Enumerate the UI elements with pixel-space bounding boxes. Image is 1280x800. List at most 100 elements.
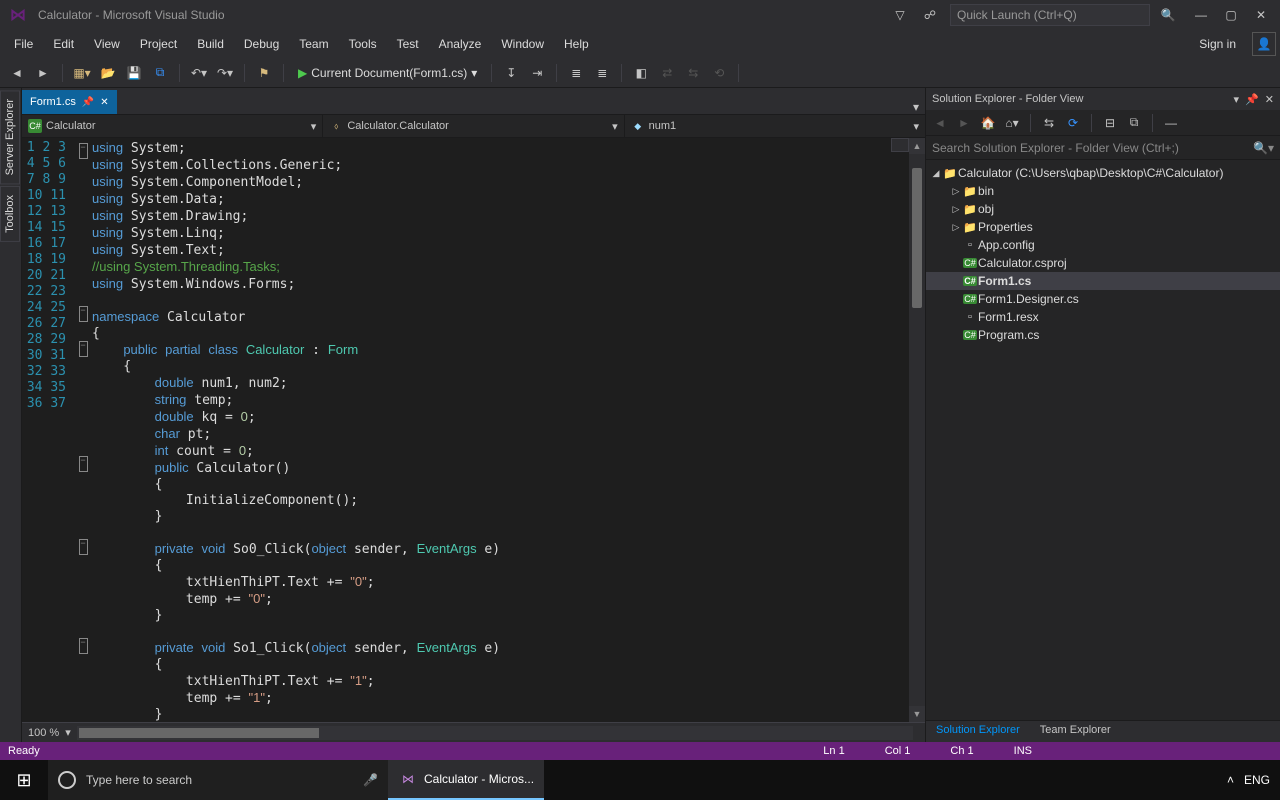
language-indicator[interactable]: ENG (1244, 773, 1270, 787)
tree-item[interactable]: ▷📁obj (926, 200, 1280, 218)
tree-root[interactable]: ◢📁Calculator (C:\Users\qbap\Desktop\C#\C… (926, 164, 1280, 182)
se-collapse-button[interactable]: ⊟ (1100, 113, 1120, 133)
start-debug-button[interactable]: ▶ Current Document(Form1.cs) ▾ (292, 66, 483, 80)
attach-button[interactable]: ⚑ (253, 62, 275, 84)
vs-logo-icon: ⋈ (4, 1, 32, 29)
menu-build[interactable]: Build (187, 33, 234, 55)
panel-dropdown-icon[interactable]: ▾ (1234, 93, 1240, 106)
menu-window[interactable]: Window (491, 33, 554, 55)
close-tab-icon[interactable]: ✕ (100, 97, 108, 108)
split-handle[interactable] (891, 138, 909, 152)
redo-button[interactable]: ↷▾ (214, 62, 236, 84)
notifications-icon[interactable]: ▽ (890, 5, 910, 25)
vertical-scrollbar[interactable]: ▲ ▼ (909, 138, 925, 722)
se-refresh-button[interactable]: ⟳ (1063, 113, 1083, 133)
search-icon[interactable]: 🔍 (1160, 8, 1176, 22)
windows-search-input[interactable]: Type here to search 🎤 (48, 760, 388, 800)
tree-item[interactable]: ▷📁Properties (926, 218, 1280, 236)
se-switch-view-button[interactable]: ⌂▾ (1002, 113, 1022, 133)
panel-close-icon[interactable]: ✕ (1265, 93, 1274, 106)
se-back-button[interactable]: ◄ (930, 113, 950, 133)
zoom-dropdown-icon[interactable]: ▾ (65, 726, 71, 739)
vs-taskbar-icon: ⋈ (398, 769, 418, 789)
zoom-level[interactable]: 100 % (28, 727, 59, 739)
solution-explorer-search[interactable]: Search Solution Explorer - Folder View (… (926, 136, 1280, 160)
bookmark-button[interactable]: ◧ (630, 62, 652, 84)
document-tab-form1[interactable]: Form1.cs 📌 ✕ (22, 90, 117, 114)
se-sync-button[interactable]: ⇆ (1039, 113, 1059, 133)
save-all-button[interactable]: ⧉ (149, 62, 171, 84)
se-forward-button[interactable]: ► (954, 113, 974, 133)
nav-back-button[interactable]: ◄ (6, 62, 28, 84)
panel-pin-icon[interactable]: 📌 (1245, 93, 1259, 106)
toggle-3-button[interactable]: ⟲ (708, 62, 730, 84)
code-editor[interactable]: 1 2 3 4 5 6 7 8 9 10 11 12 13 14 15 16 1… (22, 138, 925, 722)
minimize-button[interactable]: — (1186, 3, 1216, 27)
nav-scope-dropdown[interactable]: C# Calculator▾ (22, 115, 323, 137)
tree-item[interactable]: ▷📁bin (926, 182, 1280, 200)
maximize-button[interactable]: ▢ (1216, 3, 1246, 27)
open-file-button[interactable]: 📂 (97, 62, 119, 84)
tab-solution-explorer[interactable]: Solution Explorer (926, 721, 1030, 742)
fold-column[interactable]: −−−−−−− (76, 138, 90, 722)
system-tray[interactable]: ˄ ENG (1217, 773, 1280, 787)
menu-analyze[interactable]: Analyze (429, 33, 492, 55)
menu-test[interactable]: Test (387, 33, 429, 55)
se-properties-button[interactable]: — (1161, 113, 1181, 133)
tree-item[interactable]: C#Form1.cs (926, 272, 1280, 290)
nav-class-dropdown[interactable]: ⬨ Calculator.Calculator▾ (323, 115, 624, 137)
se-home-button[interactable]: 🏠 (978, 113, 998, 133)
menu-tools[interactable]: Tools (339, 33, 387, 55)
taskbar-app-visual-studio[interactable]: ⋈ Calculator - Micros... (388, 760, 544, 800)
server-explorer-tab[interactable]: Server Explorer (0, 90, 20, 184)
sign-in-link[interactable]: Sign in (1189, 33, 1246, 55)
scroll-up-icon[interactable]: ▲ (909, 138, 925, 154)
mic-icon[interactable]: 🎤 (363, 773, 378, 787)
horizontal-scrollbar[interactable] (77, 726, 913, 740)
tray-chevron-icon[interactable]: ˄ (1227, 773, 1234, 787)
windows-taskbar: ⊞ Type here to search 🎤 ⋈ Calculator - M… (0, 760, 1280, 800)
menu-debug[interactable]: Debug (234, 33, 289, 55)
menu-file[interactable]: File (4, 33, 43, 55)
se-show-all-button[interactable]: ⧉ (1124, 113, 1144, 133)
scroll-thumb[interactable] (912, 168, 922, 308)
toolbox-tab[interactable]: Toolbox (0, 186, 20, 242)
menu-project[interactable]: Project (130, 33, 187, 55)
menu-team[interactable]: Team (289, 33, 338, 55)
new-project-button[interactable]: ▦▾ (71, 62, 93, 84)
uncomment-button[interactable]: ≣ (591, 62, 613, 84)
tree-item[interactable]: C#Form1.Designer.cs (926, 290, 1280, 308)
step-over-button[interactable]: ⇥ (526, 62, 548, 84)
active-files-dropdown[interactable]: ▾ (907, 100, 925, 114)
menu-help[interactable]: Help (554, 33, 599, 55)
code-content[interactable]: using System; using System.Collections.G… (90, 138, 909, 722)
tree-item[interactable]: ▫App.config (926, 236, 1280, 254)
menu-view[interactable]: View (84, 33, 130, 55)
quick-launch-input[interactable]: Quick Launch (Ctrl+Q) (950, 4, 1150, 26)
main-toolbar: ◄ ► ▦▾ 📂 💾 ⧉ ↶▾ ↷▾ ⚑ ▶ Current Document(… (0, 58, 1280, 88)
status-line: Ln 1 (823, 745, 844, 757)
undo-button[interactable]: ↶▾ (188, 62, 210, 84)
step-into-button[interactable]: ↧ (500, 62, 522, 84)
nav-member-dropdown[interactable]: ◆ num1▾ (625, 115, 925, 137)
tree-item[interactable]: ▫Form1.resx (926, 308, 1280, 326)
pin-icon[interactable]: 📌 (82, 97, 94, 108)
comment-button[interactable]: ≣ (565, 62, 587, 84)
tree-item[interactable]: C#Program.cs (926, 326, 1280, 344)
user-icon[interactable]: 👤 (1252, 32, 1276, 56)
solution-explorer-titlebar: Solution Explorer - Folder View ▾ 📌 ✕ (926, 88, 1280, 110)
tree-item[interactable]: C#Calculator.csproj (926, 254, 1280, 272)
nav-forward-button[interactable]: ► (32, 62, 54, 84)
start-button[interactable]: ⊞ (0, 760, 48, 800)
solution-explorer-title: Solution Explorer - Folder View (932, 93, 1083, 105)
solution-tree[interactable]: ◢📁Calculator (C:\Users\qbap\Desktop\C#\C… (926, 160, 1280, 720)
toggle-2-button[interactable]: ⇆ (682, 62, 704, 84)
save-button[interactable]: 💾 (123, 62, 145, 84)
tab-team-explorer[interactable]: Team Explorer (1030, 721, 1121, 742)
toggle-1-button[interactable]: ⇄ (656, 62, 678, 84)
scroll-down-icon[interactable]: ▼ (909, 706, 925, 722)
document-tabs: Form1.cs 📌 ✕ ▾ (22, 88, 925, 114)
close-button[interactable]: ✕ (1246, 3, 1276, 27)
feedback-icon[interactable]: ☍ (920, 5, 940, 25)
menu-edit[interactable]: Edit (43, 33, 84, 55)
